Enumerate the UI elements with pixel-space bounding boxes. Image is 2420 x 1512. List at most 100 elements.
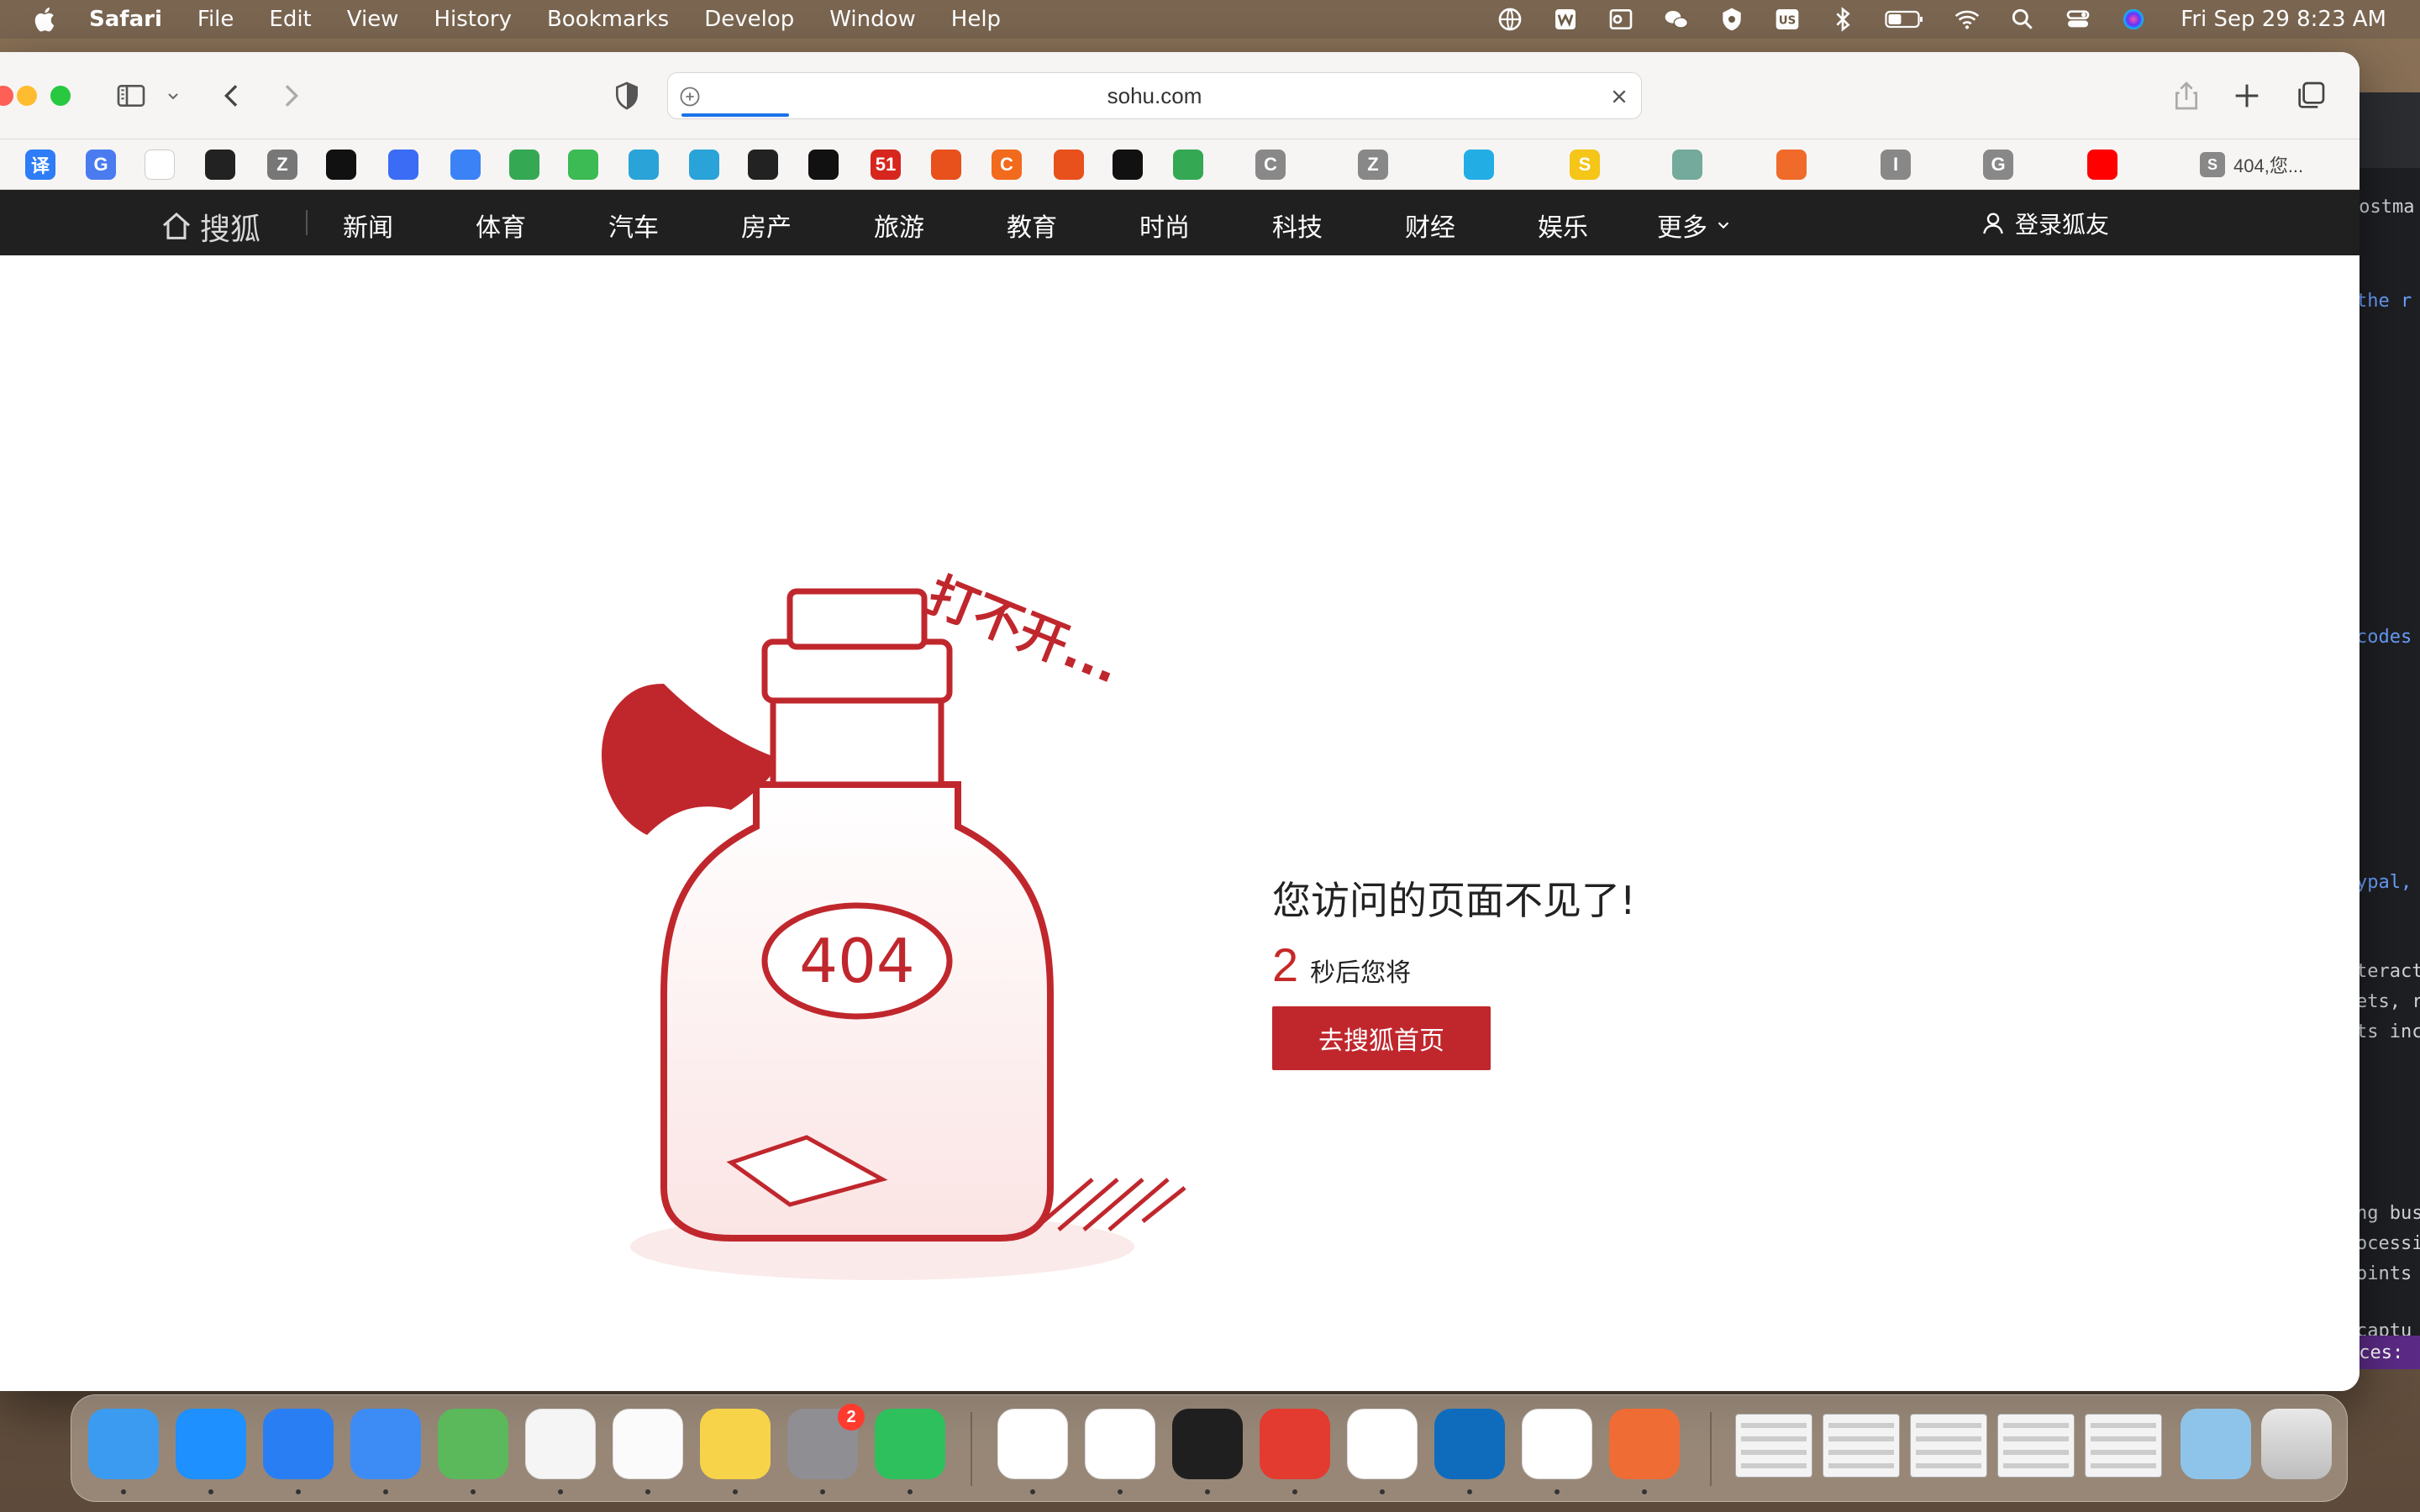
login-link[interactable]: 登录狐友 [1980,207,2109,240]
menu-bookmarks[interactable]: Bookmarks [547,7,669,32]
finder-icon[interactable] [88,1409,159,1479]
nav-entertainment[interactable]: 娱乐 [1538,207,1588,244]
siri-icon[interactable] [2120,6,2147,33]
bluetooth-icon[interactable] [1829,6,1856,33]
forward-button[interactable] [269,74,313,118]
nav-realestate[interactable]: 房产 [741,207,792,244]
vscode-icon[interactable] [1522,1409,1592,1479]
nav-travel[interactable]: 旅游 [874,207,924,244]
privacy-report-button[interactable] [605,74,649,118]
shield-icon[interactable] [1718,6,1745,33]
menu-clock[interactable]: Fri Sep 29 8:23 AM [2181,7,2386,32]
battery-icon[interactable] [1885,6,1925,33]
new-tab-button[interactable] [2225,74,2269,118]
minimized-window-thumbnail[interactable] [1823,1414,1900,1478]
zoom-window-button[interactable] [50,86,71,106]
sohu-home-link[interactable]: 搜狐 [160,205,260,249]
bookmark-google-translate-icon[interactable]: G [86,150,116,180]
notes-icon[interactable] [700,1409,771,1479]
slack-icon[interactable] [1347,1409,1418,1479]
bookmark-z-grey-icon[interactable]: Z [1358,150,1388,180]
bookmark-orange-circle-icon[interactable] [1776,150,1807,180]
downloads-stack-icon[interactable] [2181,1409,2251,1479]
close-window-button[interactable] [0,86,13,106]
bookmark-tool-icon[interactable] [748,150,778,180]
menu-app-safari[interactable]: Safari [89,7,162,32]
menu-window[interactable]: Window [829,7,916,32]
sidebar-toggle-button[interactable] [109,74,153,118]
wechat-icon[interactable] [875,1409,945,1479]
mail-icon[interactable] [350,1409,421,1479]
wifi-icon[interactable] [1954,6,1981,33]
nav-sports[interactable]: 体育 [476,207,526,244]
nav-tech[interactable]: 科技 [1272,207,1323,244]
nav-finance[interactable]: 财经 [1405,207,1455,244]
bookmark-scribble-icon[interactable] [145,150,175,180]
minimized-window-thumbnail[interactable] [2085,1414,2162,1478]
bookmark-translate-icon[interactable]: 译 [25,150,55,180]
share-button[interactable] [2165,74,2208,118]
bookmark-bilibili-icon[interactable] [1464,150,1494,180]
outlook-icon[interactable] [1607,6,1634,33]
bookmark-lark-icon[interactable] [388,150,418,180]
bookmark-github-icon[interactable] [326,150,356,180]
address-bar[interactable]: sohu.com [667,72,1642,119]
chrome-icon[interactable] [1085,1409,1155,1479]
back-button[interactable] [210,74,254,118]
maps-icon[interactable] [438,1409,508,1479]
bookmark-notion-icon[interactable] [205,150,235,180]
safari-icon[interactable] [176,1409,246,1479]
wechat-icon[interactable] [1663,6,1690,33]
us-input-icon[interactable]: US [1774,6,1801,33]
nav-auto[interactable]: 汽车 [608,207,659,244]
menu-edit[interactable]: Edit [269,7,311,32]
bookmark-s-yellow-icon[interactable]: S [1570,150,1600,180]
system-settings-icon[interactable]: 2 [787,1404,865,1479]
bookmark-51-icon[interactable]: 51 [871,150,901,180]
bookmark-github-icon-3[interactable] [1113,150,1143,180]
minimize-window-button[interactable] [17,86,37,106]
apple-menu-icon[interactable] [30,4,60,34]
bookmark-c-icon[interactable]: C [992,150,1022,180]
wps-icon[interactable] [1552,6,1579,33]
go-to-sohu-home-button[interactable]: 去搜狐首页 [1272,1006,1491,1070]
menu-develop[interactable]: Develop [704,7,794,32]
bookmark-c-grey-icon[interactable]: C [1255,150,1286,180]
tab-overview-button[interactable] [2289,74,2333,118]
globe-icon[interactable] [1497,6,1523,33]
minimized-window-thumbnail[interactable] [1997,1414,2075,1478]
bookmark-i-grey-icon[interactable]: I [1881,150,1911,180]
trash-icon[interactable] [2261,1409,2332,1479]
nav-education[interactable]: 教育 [1007,207,1057,244]
control-center-icon[interactable] [2065,6,2091,33]
nav-news[interactable]: 新闻 [343,207,393,244]
reminders-icon[interactable] [613,1409,683,1479]
outlook-icon[interactable] [1434,1409,1505,1479]
minimized-window-thumbnail[interactable] [1910,1414,1987,1478]
bookmark-drive-icon-2[interactable] [1173,150,1203,180]
menu-file[interactable]: File [197,7,234,32]
bookmark-leaf-icon[interactable] [568,150,598,180]
nav-more-dropdown[interactable]: 更多 [1657,207,1733,244]
bookmark-cloud-icon[interactable] [629,150,659,180]
menu-help[interactable]: Help [951,7,1001,32]
bookmark-youtube-icon[interactable] [2087,150,2118,180]
photos-icon[interactable] [525,1409,596,1479]
bookmark-zotero-icon[interactable]: Z [267,150,297,180]
bookmark-cloud-icon-2[interactable] [689,150,719,180]
bookmark-drive-icon[interactable] [509,150,539,180]
bookmark-flame-icon[interactable] [931,150,961,180]
nav-fashion[interactable]: 时尚 [1139,207,1190,244]
wps-icon[interactable] [997,1409,1068,1479]
bookmark-g-grey-icon[interactable]: G [1983,150,2013,180]
minimized-window-thumbnail[interactable] [1735,1414,1812,1478]
stop-loading-icon[interactable] [1606,83,1633,110]
bookmark-flame-icon-2[interactable] [1054,150,1084,180]
search-icon[interactable] [2009,6,2036,33]
terminal-icon[interactable] [1172,1409,1243,1479]
app-store-icon[interactable] [263,1409,334,1479]
bookmark-github-icon-2[interactable] [808,150,839,180]
menu-view[interactable]: View [347,7,399,32]
postman-icon[interactable] [1609,1409,1680,1479]
bookmark-docs-icon[interactable] [450,150,481,180]
